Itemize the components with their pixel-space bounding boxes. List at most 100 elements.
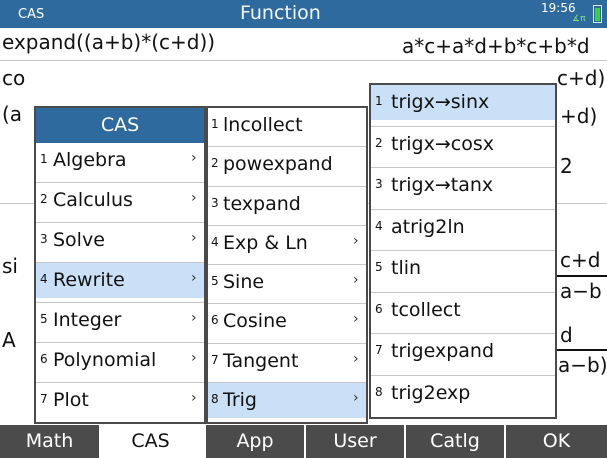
cas-menu-item-2[interactable]: 2 Calculus › — [36, 183, 204, 218]
menu-item-number: 5 — [211, 274, 219, 288]
cas-menu-item-5[interactable]: 5 Integer › — [36, 303, 204, 338]
softkey-app[interactable]: App — [206, 425, 304, 458]
chevron-right-icon: › — [191, 350, 197, 366]
rewrite-submenu: 1 lncollect 2 powexpand 3 texpand 4 Exp & Ln › 5 S… — [206, 106, 368, 424]
menu-item-label: Calculus — [53, 189, 133, 211]
menu-item-label: Rewrite — [53, 269, 125, 291]
chevron-right-icon: › — [353, 389, 359, 406]
trig-menu-item-8[interactable]: 8 trig2exp — [371, 376, 555, 411]
menu-item-number: 7 — [375, 343, 383, 357]
history-input-5[interactable]: si — [2, 254, 18, 278]
chevron-right-icon: › — [191, 150, 197, 166]
cas-menu-header: CAS — [36, 108, 204, 143]
softkey-ok[interactable]: OK — [506, 425, 607, 458]
cas-menu-item-4[interactable]: 4 Rewrite › — [36, 263, 204, 298]
softkey-catlg[interactable]: Catlg — [406, 425, 504, 458]
menu-item-label: trigexpand — [391, 340, 495, 362]
trig-menu-item-2[interactable]: 2 trigx→cosx — [371, 127, 555, 162]
chevron-right-icon: › — [353, 311, 359, 328]
menu-item-number: 4 — [40, 272, 48, 286]
menu-item-label: Sine — [223, 271, 265, 293]
history-input-6[interactable]: A — [2, 328, 16, 352]
menu-item-label: texpand — [223, 192, 301, 215]
menu-item-label: Exp & Ln — [223, 231, 308, 254]
menu-item-number: 7 — [40, 392, 48, 406]
history-output-6-denominator[interactable]: a−b) — [558, 353, 607, 377]
menu-item-label: Algebra — [53, 149, 127, 171]
menu-item-number: 3 — [40, 232, 48, 246]
chevron-right-icon: › — [191, 270, 197, 286]
softkey-user[interactable]: User — [306, 425, 404, 458]
trig-menu-item-3[interactable]: 3 trigx→tanx — [371, 168, 555, 203]
menu-item-number: 5 — [40, 312, 48, 326]
rewrite-menu-item-3[interactable]: 3 texpand — [208, 187, 366, 222]
chevron-right-icon: › — [353, 350, 359, 367]
menu-item-label: Cosine — [223, 310, 287, 333]
history-output-5-denominator[interactable]: a−b — [560, 279, 602, 303]
cas-menu-item-3[interactable]: 3 Solve › — [36, 223, 204, 258]
menu-item-label: Tangent — [223, 349, 299, 372]
fraction-bar — [556, 349, 607, 351]
menu-item-label: Plot — [53, 389, 89, 411]
menu-item-number: 4 — [211, 234, 219, 249]
softkey-math[interactable]: Math — [0, 425, 99, 458]
menu-item-label: tcollect — [391, 298, 461, 321]
history-output-6-numerator[interactable]: d — [560, 323, 573, 347]
trig-menu-item-5[interactable]: 5 tlin — [371, 251, 555, 286]
rewrite-menu-item-1[interactable]: 1 lncollect — [208, 108, 366, 143]
menu-item-label: lncollect — [223, 114, 303, 136]
menu-item-number: 2 — [211, 156, 219, 171]
trig-menu-item-7[interactable]: 7 trigexpand — [371, 334, 555, 369]
rewrite-menu-item-2[interactable]: 2 powexpand — [208, 147, 366, 182]
angle-mode-indicator: ∡π — [572, 14, 586, 24]
trig-menu-item-4[interactable]: 4 atrig2ln — [371, 210, 555, 245]
menu-item-label: Integer — [53, 309, 122, 331]
menu-item-number: 3 — [211, 195, 219, 210]
trig-menu-item-1[interactable]: 1 trigx→sinx — [371, 85, 555, 120]
history-output-2[interactable]: c+d) — [557, 66, 605, 90]
menu-item-label: trigx→tanx — [391, 174, 494, 196]
chevron-right-icon: › — [191, 190, 197, 206]
cas-menu-item-6[interactable]: 6 Polynomial › — [36, 343, 204, 378]
menu-item-number: 6 — [375, 301, 383, 316]
menu-item-number: 7 — [211, 352, 219, 367]
clock: 19:56 — [541, 1, 576, 15]
history-output-1[interactable]: a*c+a*d+b*c+b*d — [402, 34, 590, 58]
menu-item-label: trigx→sinx — [391, 91, 490, 113]
trig-submenu: 1 trigx→sinx 2 trigx→cosx 3 trigx→tanx 4 atrig2… — [369, 83, 557, 419]
history-output-3b[interactable]: 2 — [560, 154, 573, 178]
history-output-3[interactable]: +d) — [560, 104, 597, 128]
battery-icon — [593, 5, 602, 23]
mode-label: CAS — [18, 7, 45, 22]
history-divider — [0, 60, 607, 61]
menu-item-number: 4 — [375, 218, 383, 233]
app-title: Function — [240, 2, 321, 24]
history-input-3[interactable]: (a — [2, 102, 22, 126]
rewrite-menu-item-8[interactable]: 8 Trig › — [208, 382, 366, 418]
menu-item-number: 1 — [211, 117, 219, 131]
rewrite-menu-item-6[interactable]: 6 Cosine › — [208, 304, 366, 339]
menu-item-label: atrig2ln — [391, 215, 465, 238]
title-bar: CAS Function 19:56 ∡π — [0, 0, 607, 28]
chevron-right-icon: › — [353, 232, 359, 249]
menu-item-number: 6 — [40, 352, 48, 366]
rewrite-menu-item-4[interactable]: 4 Exp & Ln › — [208, 226, 366, 261]
cas-menu-item-1[interactable]: 1 Algebra › — [36, 143, 204, 178]
battery-level — [595, 8, 600, 21]
cas-menu-item-7[interactable]: 7 Plot › — [36, 383, 204, 418]
menu-item-label: trigx→cosx — [391, 132, 494, 155]
menu-item-label: Solve — [53, 229, 105, 251]
menu-item-number: 3 — [375, 177, 383, 191]
rewrite-menu-item-5[interactable]: 5 Sine › — [208, 265, 366, 300]
menu-item-number: 5 — [375, 260, 383, 274]
history-input-1[interactable]: expand((a+b)*(c+d)) — [2, 30, 215, 54]
softkey-cas[interactable]: CAS — [101, 425, 200, 458]
menu-item-label: Polynomial — [53, 349, 157, 371]
trig-menu-item-6[interactable]: 6 tcollect — [371, 293, 555, 328]
chevron-right-icon: › — [191, 390, 197, 406]
rewrite-menu-item-7[interactable]: 7 Tangent › — [208, 344, 366, 379]
menu-item-number: 2 — [375, 135, 383, 150]
history-output-5-numerator[interactable]: c+d — [560, 248, 600, 272]
chevron-right-icon: › — [191, 310, 197, 326]
history-input-2[interactable]: co — [2, 66, 25, 90]
